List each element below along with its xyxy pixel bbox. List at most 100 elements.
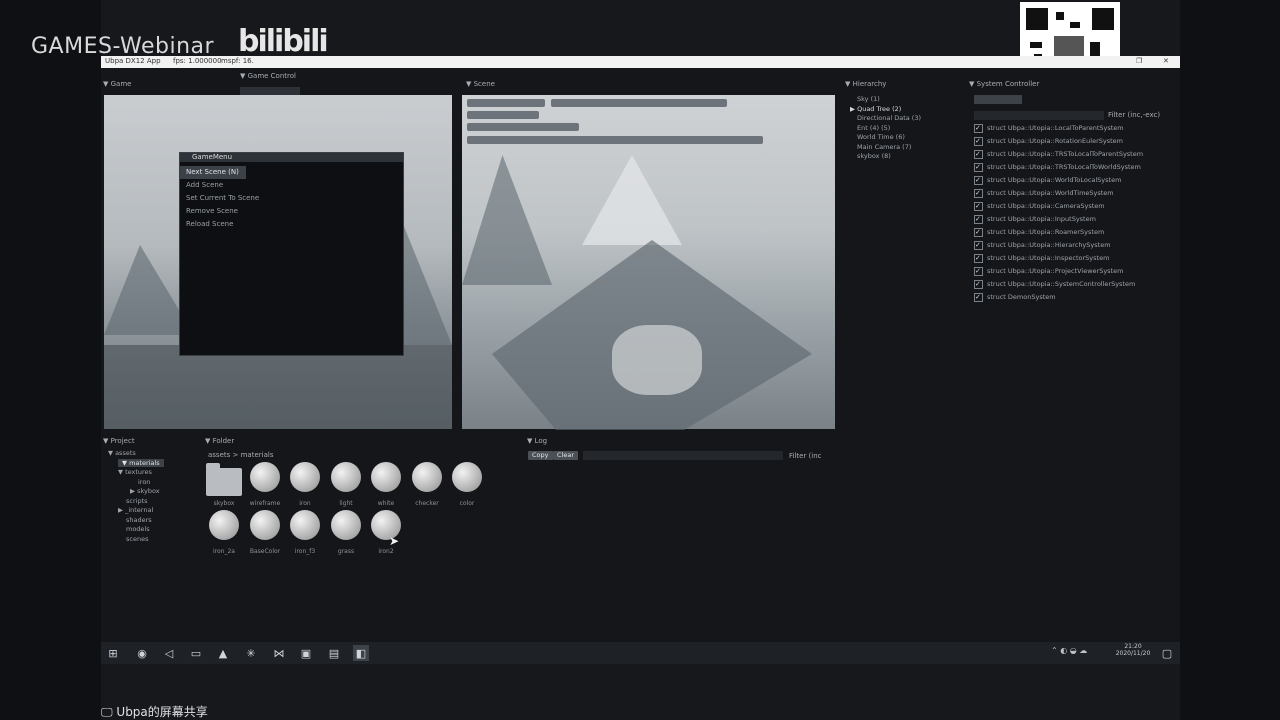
tree-item[interactable]: iron xyxy=(108,478,198,488)
checkbox-icon[interactable] xyxy=(974,291,983,304)
tree-item[interactable]: ▼ assets xyxy=(108,449,198,459)
tree-item[interactable]: scenes xyxy=(108,535,198,545)
checkbox-icon[interactable] xyxy=(974,252,983,265)
settings-icon[interactable]: ✳ xyxy=(243,645,259,661)
bilibili-logo: bilibili xyxy=(238,24,329,59)
checkbox-icon[interactable] xyxy=(974,226,983,239)
maximize-icon[interactable]: ❐ xyxy=(1136,57,1142,65)
folder-icon[interactable]: ▭ xyxy=(188,645,204,661)
system-row[interactable]: struct Ubpa::Utopia::TRSToLocalToWorldSy… xyxy=(974,161,1174,174)
app-icon[interactable]: ▣ xyxy=(298,645,314,661)
menu-item-remove-scene[interactable]: Remove Scene xyxy=(180,205,403,218)
system-row[interactable]: struct Ubpa::Utopia::HierarchySystem xyxy=(974,239,1174,252)
checkbox-icon[interactable] xyxy=(974,265,983,278)
windows-icon[interactable]: ⊞ xyxy=(105,645,121,661)
log-clear-button[interactable]: Clear xyxy=(553,451,578,460)
checkbox-icon[interactable] xyxy=(974,200,983,213)
menu-item-reload-scene[interactable]: Reload Scene xyxy=(180,218,403,231)
checkbox-icon[interactable] xyxy=(974,161,983,174)
gizmo-toolbar-4[interactable] xyxy=(467,123,579,131)
notification-icon[interactable]: ▢ xyxy=(1159,645,1175,661)
hierarchy-item[interactable]: World Time (6) xyxy=(850,133,960,143)
game-menu-header[interactable]: GameMenu xyxy=(180,153,403,162)
hierarchy-item[interactable]: Directional Data (3) xyxy=(850,114,960,124)
systems-tab[interactable] xyxy=(974,95,1022,104)
material-sphere-icon[interactable] xyxy=(290,462,320,492)
system-row[interactable]: struct Ubpa::Utopia::WorldTimeSystem xyxy=(974,187,1174,200)
system-row[interactable]: struct Ubpa::Utopia::InputSystem xyxy=(974,213,1174,226)
hierarchy-item[interactable]: Ent (4) (5) xyxy=(850,124,960,134)
game-control-tab[interactable]: ▼ Game Control xyxy=(240,72,296,80)
tree-item[interactable]: scripts xyxy=(108,497,198,507)
app2-icon[interactable]: ▤ xyxy=(326,645,342,661)
clock[interactable]: 21:20 2020/11/20 xyxy=(1113,643,1153,657)
tree-item[interactable]: shaders xyxy=(108,516,198,526)
menu-item-next-scene[interactable]: Next Scene (N) xyxy=(180,166,246,179)
asset-label: skybox xyxy=(213,500,235,507)
app-titlebar: Ubpa DX12 App fps: 1.000000 mspf: 16. ❐ … xyxy=(101,56,1180,68)
checkbox-icon[interactable] xyxy=(974,213,983,226)
system-row[interactable]: struct Ubpa::Utopia::TRSToLocalToParentS… xyxy=(974,148,1174,161)
gizmo-toolbar-2[interactable] xyxy=(551,99,727,107)
close-icon[interactable]: ✕ xyxy=(1163,57,1169,65)
tray-icons[interactable]: ⌃ ◐ ◒ ☁ xyxy=(1051,646,1087,655)
game-menu-window: GameMenu Next Scene (N) Add Scene Set Cu… xyxy=(179,152,404,356)
system-row[interactable]: struct Ubpa::Utopia::RoamerSystem xyxy=(974,226,1174,239)
system-row[interactable]: struct Ubpa::Utopia::InspectorSystem xyxy=(974,252,1174,265)
scene-viewport[interactable] xyxy=(462,95,835,430)
breadcrumb[interactable]: assets > materials xyxy=(208,451,273,459)
material-sphere-icon[interactable] xyxy=(331,462,361,492)
screen-share-icon: 🖵 xyxy=(101,705,113,719)
hierarchy-item[interactable]: skybox (8) xyxy=(850,152,960,162)
checkbox-icon[interactable] xyxy=(974,239,983,252)
system-row[interactable]: struct Ubpa::Utopia::ProjectViewerSystem xyxy=(974,265,1174,278)
unity-icon[interactable]: ▲ xyxy=(215,645,231,661)
material-sphere-icon[interactable] xyxy=(209,510,239,540)
material-sphere-icon[interactable] xyxy=(250,462,280,492)
checkbox-icon[interactable] xyxy=(974,187,983,200)
hierarchy-item[interactable]: Sky (1) xyxy=(850,95,960,105)
tree-item[interactable]: ▶ _internal xyxy=(108,506,198,516)
hierarchy-item[interactable]: ▶ Quad Tree (2) xyxy=(850,105,960,115)
checkbox-icon[interactable] xyxy=(974,122,983,135)
asset-label: iron_2a xyxy=(213,548,235,555)
screen-share-label: 🖵 Ubpa的屏幕共享 xyxy=(101,705,208,719)
chrome-icon[interactable]: ◉ xyxy=(134,645,150,661)
ubpa-icon[interactable]: ◧ xyxy=(353,645,369,661)
system-row[interactable]: struct Ubpa::Utopia::RotationEulerSystem xyxy=(974,135,1174,148)
folder-icon[interactable] xyxy=(206,463,242,496)
tree-item[interactable]: ▼ textures xyxy=(108,468,198,478)
log-copy-button[interactable]: Copy xyxy=(528,451,553,460)
clock-time: 21:20 xyxy=(1124,643,1142,650)
tree-item[interactable]: ▶ skybox xyxy=(108,487,198,497)
checkbox-icon[interactable] xyxy=(974,278,983,291)
system-row[interactable]: struct Ubpa::Utopia::WorldToLocalSystem xyxy=(974,174,1174,187)
hierarchy-item[interactable]: Main Camera (7) xyxy=(850,143,960,153)
gizmo-toolbar-3[interactable] xyxy=(467,111,539,119)
material-sphere-icon[interactable] xyxy=(250,510,280,540)
material-sphere-icon[interactable] xyxy=(412,462,442,492)
system-row[interactable]: struct Ubpa::Utopia::SystemControllerSys… xyxy=(974,278,1174,291)
asset-label: color xyxy=(459,500,475,507)
material-sphere-icon[interactable] xyxy=(452,462,482,492)
vscode-icon[interactable]: ⋈ xyxy=(271,645,287,661)
system-row[interactable]: struct Ubpa::Utopia::CameraSystem xyxy=(974,200,1174,213)
tree-item[interactable]: models xyxy=(108,525,198,535)
material-sphere-icon[interactable] xyxy=(290,510,320,540)
gizmo-toolbar-5[interactable] xyxy=(467,136,763,144)
log-filter-input[interactable] xyxy=(583,451,783,460)
system-row[interactable]: struct DemonSystem xyxy=(974,291,1174,304)
checkbox-icon[interactable] xyxy=(974,148,983,161)
mspf-readout: mspf: 16. xyxy=(221,57,254,65)
gizmo-toolbar-1[interactable] xyxy=(467,99,545,107)
system-row[interactable]: struct Ubpa::Utopia::LocalToParentSystem xyxy=(974,122,1174,135)
material-sphere-icon[interactable] xyxy=(371,462,401,492)
menu-item-add-scene[interactable]: Add Scene xyxy=(180,179,403,192)
material-sphere-icon[interactable] xyxy=(331,510,361,540)
vs-icon[interactable]: ◁ xyxy=(161,645,177,661)
checkbox-icon[interactable] xyxy=(974,135,983,148)
menu-item-set-current[interactable]: Set Current To Scene xyxy=(180,192,403,205)
tree-item-selected[interactable]: ▼ materials xyxy=(108,458,198,469)
systems-filter-input[interactable] xyxy=(974,111,1104,120)
checkbox-icon[interactable] xyxy=(974,174,983,187)
